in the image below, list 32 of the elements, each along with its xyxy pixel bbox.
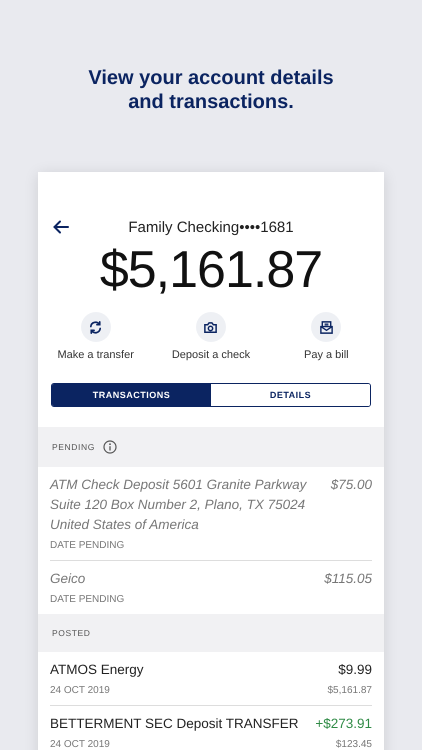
action-button[interactable]: Make a transfer: [40, 312, 151, 361]
running-balance: $123.45: [336, 739, 372, 750]
running-balance: $5,161.87: [328, 685, 372, 696]
transaction-description: BETTERMENT SEC Deposit TRANSFER: [50, 715, 299, 733]
transaction-row[interactable]: ATM Check Deposit 5601 Granite Parkway Suite 120 Box Number 2, Plano, TX 75024 United States of America $75.00 DATE PENDING: [50, 467, 372, 561]
info-icon[interactable]: [102, 440, 117, 454]
account-balance: $5,161.87: [98, 240, 324, 300]
account-name: Family Checking••••1681: [127, 218, 295, 236]
transaction-amount: +$273.91: [315, 715, 372, 733]
transaction-description: ATM Check Deposit 5601 Granite Parkway Suite 120 Box Number 2, Plano, TX 75024 United States of America: [50, 476, 308, 534]
tab[interactable]: TRANSACTIONS: [52, 384, 211, 406]
transaction-row[interactable]: ATMOS Energy $9.99 24 OCT 2019 $5,161.87: [50, 652, 372, 706]
transaction-description: Geico: [50, 570, 86, 588]
transaction-date: 24 OCT 2019: [50, 685, 110, 696]
refresh-icon: [88, 320, 104, 334]
transaction-row[interactable]: Geico $115.05 DATE PENDING: [50, 561, 372, 614]
camera-icon: [203, 320, 218, 334]
section-title: POSTED: [52, 628, 91, 638]
transaction-amount: $115.05: [324, 570, 372, 588]
transaction-date: DATE PENDING: [50, 540, 124, 551]
transaction-amount: $75.00: [330, 476, 372, 494]
section-title: PENDING: [52, 442, 95, 452]
transaction-row[interactable]: BETTERMENT SEC Deposit TRANSFER +$273.91 24 OCT 2019 $123.45: [50, 706, 372, 750]
transaction-description: ATMOS Energy: [50, 661, 144, 679]
back-arrow-icon[interactable]: [52, 218, 70, 236]
transaction-date: DATE PENDING: [50, 594, 124, 605]
envelope-icon: [318, 320, 334, 334]
transaction-amount: $9.99: [338, 661, 372, 679]
action-button[interactable]: Pay a bill: [271, 312, 382, 361]
transaction-date: 24 OCT 2019: [50, 739, 110, 750]
headline: View your account details and transactions.: [87, 66, 335, 115]
action-button[interactable]: Deposit a check: [156, 312, 266, 361]
